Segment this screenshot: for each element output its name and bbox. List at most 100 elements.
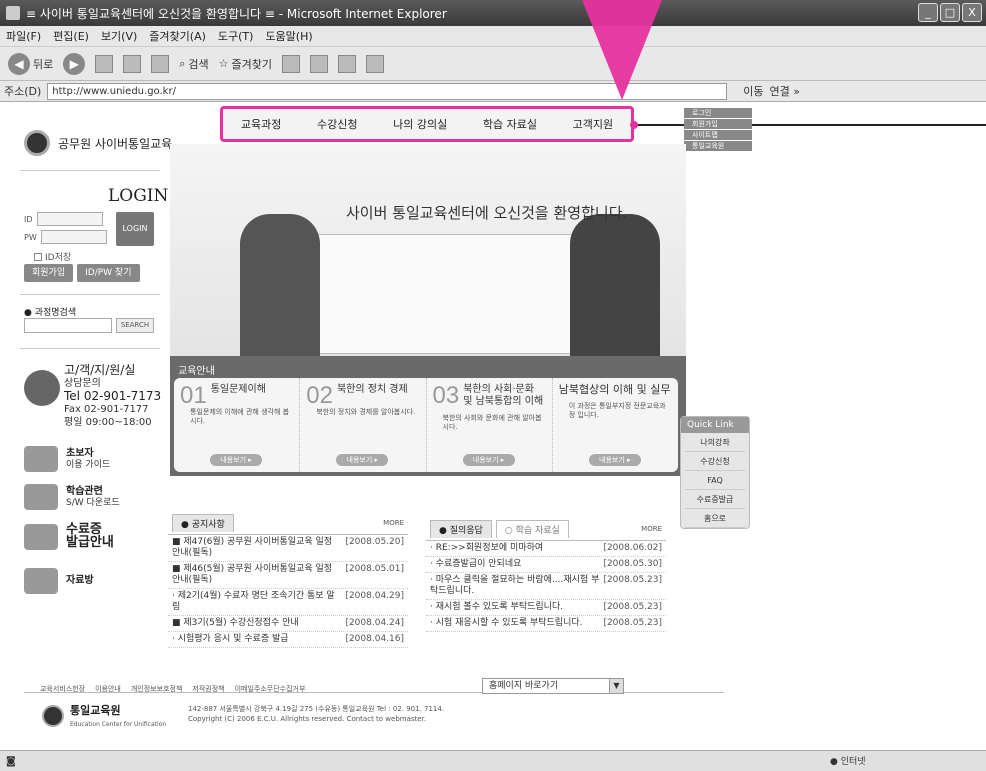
nav-support[interactable]: 고객지원 bbox=[573, 116, 613, 132]
save-id-label: ID저장 bbox=[45, 253, 72, 263]
notice-tab[interactable]: ● 공지사항 bbox=[172, 514, 234, 532]
beginner-guide-text: 초보자 이용 가이드 bbox=[66, 448, 110, 471]
save-id-checkbox[interactable]: ID저장 bbox=[34, 250, 71, 263]
edit-icon[interactable] bbox=[366, 54, 385, 73]
list-item[interactable]: · 시험평가 응시 및 수료증 발급 [2008.04.16] bbox=[168, 632, 408, 648]
search-button[interactable]: ⌕ 검색 bbox=[179, 56, 208, 72]
nav-courses[interactable]: 교육과정 bbox=[241, 116, 281, 132]
status-bar: ◙ ● 인터넷 bbox=[0, 750, 986, 771]
edu-more-button[interactable]: 내용보기 ▸ bbox=[588, 454, 641, 466]
footer-link-guide[interactable]: 이용안내 bbox=[95, 684, 121, 694]
quick-faq[interactable]: FAQ bbox=[685, 471, 745, 490]
id-input[interactable] bbox=[36, 212, 103, 226]
menu-help[interactable]: 도움말(H) bbox=[265, 28, 312, 44]
utility-join[interactable]: 회원가입 bbox=[684, 119, 752, 129]
utility-sitemap[interactable]: 사이트맵 bbox=[684, 130, 752, 140]
mail-icon[interactable] bbox=[310, 54, 329, 73]
item-title: · 시험 재응시할 수 있도록 부탁드립니다. bbox=[430, 618, 583, 628]
item-title: · 마우스 클릭을 절묘하는 바람에....재시험 부탁드립니다. bbox=[430, 575, 600, 596]
qa-more-button[interactable]: MORE bbox=[641, 525, 662, 533]
item-date: [2008.05.30] bbox=[603, 559, 662, 569]
quick-certificate[interactable]: 수료증발급 bbox=[685, 490, 745, 509]
list-item[interactable]: ■ 제3기(5월) 수강신청접수 안내 [2008.04.24] bbox=[168, 616, 408, 632]
status-page-icon: ◙ bbox=[6, 755, 16, 767]
list-item[interactable]: · 재시험 볼수 있도록 부탁드립니다. [2008.05.23] bbox=[426, 600, 666, 616]
footer-link-privacy[interactable]: 개인정보보호정책 bbox=[131, 684, 183, 694]
course-search-button[interactable]: SEARCH bbox=[116, 318, 154, 333]
back-arrow-icon: ◀ bbox=[8, 52, 30, 75]
menu-edit[interactable]: 편집(E) bbox=[53, 28, 89, 44]
footer-link-copyright[interactable]: 저작권정책 bbox=[192, 684, 224, 694]
notice-more-button[interactable]: MORE bbox=[383, 519, 404, 527]
hero-banner: 사이버 통일교육센터에 오신것을 환영합니다. bbox=[170, 144, 686, 356]
edu-more-button[interactable]: 내용보기 ▸ bbox=[462, 454, 515, 466]
join-button[interactable]: 회원가입 bbox=[24, 264, 74, 282]
browser-toolbar: ◀ 뒤로 ▶ ⌕ 검색 ☆ 즐겨찾기 bbox=[0, 46, 986, 80]
contact-fax: Fax 02-901-7177 bbox=[64, 404, 149, 415]
home-icon[interactable] bbox=[151, 54, 170, 73]
guide-title: 초보자 bbox=[66, 447, 94, 459]
list-item[interactable]: · 수료증발급이 안되네요 [2008.05.30] bbox=[426, 557, 666, 573]
edu-desc: 북한의 사회와 문화에 관해 알아봅시다. bbox=[442, 414, 542, 431]
logo-mark-icon bbox=[24, 130, 50, 156]
stop-icon[interactable] bbox=[95, 54, 114, 73]
edu-card: 03 북한의 사회·문화 및 남북통합의 이해 북한의 사회와 문화에 관해 알… bbox=[427, 378, 553, 472]
utility-login[interactable]: 로그인 bbox=[684, 108, 752, 118]
menu-favorites[interactable]: 즐겨찾기(A) bbox=[149, 28, 206, 44]
data-room-link[interactable]: 자료방 bbox=[24, 568, 94, 594]
guide-title: 학습관련 bbox=[66, 485, 103, 497]
zone-label: 인터넷 bbox=[840, 757, 866, 767]
find-idpw-button[interactable]: ID/PW 찾기 bbox=[77, 264, 140, 282]
utility-org[interactable]: 통일교육원 bbox=[684, 141, 752, 151]
printer-icon bbox=[24, 524, 58, 550]
item-date: [2008.05.23] bbox=[603, 575, 662, 585]
beginner-guide-link[interactable]: 초보자 이용 가이드 bbox=[24, 446, 110, 472]
chevron-down-icon: ▼ bbox=[609, 679, 623, 693]
quick-home[interactable]: 홈으로 bbox=[685, 509, 745, 528]
menu-file[interactable]: 파일(F) bbox=[6, 28, 41, 44]
quick-enroll[interactable]: 수강신청 bbox=[685, 452, 745, 471]
menu-view[interactable]: 보기(V) bbox=[101, 28, 137, 44]
nav-library[interactable]: 학습 자료실 bbox=[483, 116, 537, 132]
pw-input[interactable] bbox=[40, 230, 107, 244]
edu-more-button[interactable]: 내용보기 ▸ bbox=[210, 454, 262, 466]
edu-card: 02 북한의 정치 경제 북한의 정치와 경제를 알아봅시다. 내용보기 ▸ bbox=[300, 378, 427, 472]
footer-link-charter[interactable]: 교육서비스헌장 bbox=[40, 684, 85, 694]
back-button[interactable]: ◀ 뒤로 bbox=[8, 52, 53, 75]
quick-my-course[interactable]: 나의강좌 bbox=[685, 433, 745, 452]
nav-enroll[interactable]: 수강신청 bbox=[317, 116, 357, 132]
minimize-button[interactable]: _ bbox=[918, 3, 938, 22]
links-button[interactable]: 연결 » bbox=[770, 83, 800, 99]
edu-more-button[interactable]: 내용보기 ▸ bbox=[336, 454, 389, 466]
qa-tab[interactable]: ● 질의응답 bbox=[430, 520, 492, 538]
history-icon[interactable] bbox=[282, 54, 301, 73]
login-button[interactable]: LOGIN bbox=[116, 212, 154, 246]
list-item[interactable]: ■ 제46(5월) 공무원 사이버통일교육 일정 안내(필독) [2008.05.… bbox=[168, 562, 408, 589]
list-item[interactable]: · 제2기(4월) 수료자 명단 조속기간 통보 알림 [2008.04.29] bbox=[168, 589, 408, 616]
address-bar: 주소(D) http://www.uniedu.go.kr/ 이동 연결 » bbox=[0, 80, 986, 102]
certificate-link[interactable]: 수료증 발급안내 bbox=[24, 523, 114, 550]
list-item[interactable]: ■ 제47(6월) 공무원 사이버통일교육 일정 안내(필독) [2008.05.… bbox=[168, 535, 408, 562]
search-icon: ⌕ bbox=[179, 56, 186, 70]
software-download-link[interactable]: 학습관련 S/W 다운로드 bbox=[24, 484, 120, 510]
man-illustration bbox=[240, 214, 320, 356]
forward-button[interactable]: ▶ bbox=[63, 52, 86, 75]
family-site-select[interactable]: 홈페이지 바로가기 ▼ bbox=[482, 678, 624, 694]
favorites-button[interactable]: ☆ 즐겨찾기 bbox=[219, 56, 272, 72]
list-item[interactable]: · RE:>>회원정보에 미마하여 [2008.06.02] bbox=[426, 541, 666, 557]
go-button[interactable]: 이동 bbox=[743, 83, 763, 99]
refresh-icon[interactable] bbox=[123, 54, 142, 73]
list-item[interactable]: · 시험 재응시할 수 있도록 부탁드립니다. [2008.05.23] bbox=[426, 616, 666, 632]
menu-tools[interactable]: 도구(T) bbox=[218, 28, 254, 44]
nav-my-classroom[interactable]: 나의 강의실 bbox=[393, 116, 447, 132]
item-title: · 재시험 볼수 있도록 부탁드립니다. bbox=[430, 602, 564, 612]
site-logo[interactable]: 공무원 사이버통일교육 bbox=[24, 130, 172, 156]
footer-link-email[interactable]: 이메일주소무단수집거부 bbox=[235, 684, 306, 694]
close-button[interactable]: X bbox=[962, 3, 982, 22]
library-tab[interactable]: ○ 학습 자료실 bbox=[495, 520, 569, 538]
list-item[interactable]: · 마우스 클릭을 절묘하는 바람에....재시험 부탁드립니다. [2008.0… bbox=[426, 573, 666, 600]
edu-num: 01 bbox=[180, 382, 207, 409]
course-search-input[interactable] bbox=[24, 318, 112, 333]
print-icon[interactable] bbox=[338, 54, 357, 73]
maximize-button[interactable]: □ bbox=[940, 3, 960, 22]
